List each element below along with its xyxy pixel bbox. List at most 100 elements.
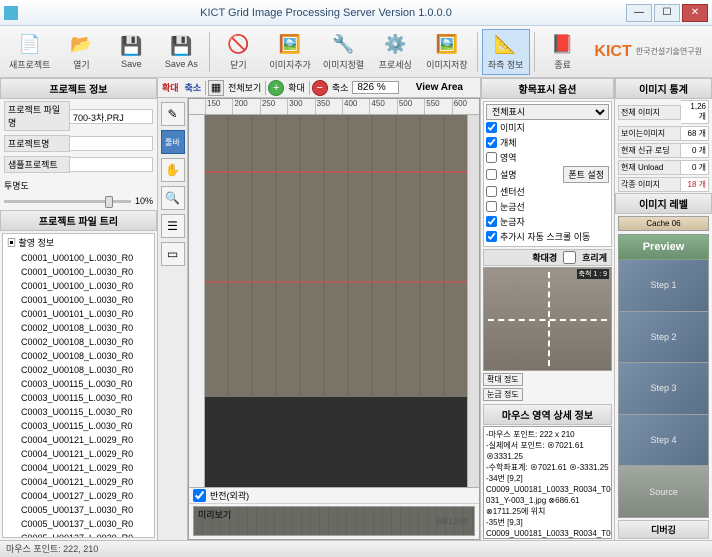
sample-label: 샘플프로젝트: [4, 156, 70, 173]
chk-autoscroll[interactable]: [486, 231, 497, 242]
brand-logo: KICT: [594, 43, 631, 61]
step-1[interactable]: Step 1: [618, 260, 709, 312]
chk-center[interactable]: [486, 186, 497, 197]
save-image-button[interactable]: 🖼️이미지저장: [421, 29, 472, 75]
statusbar: 마우스 포인트: 222, 210: [0, 540, 712, 557]
file-tree[interactable]: ▣ 촬영 정보 C0001_U00100_L.0030_R0C0001_U001…: [2, 233, 155, 538]
full-view-button[interactable]: ▦: [208, 80, 224, 96]
opacity-value: 10%: [135, 196, 153, 206]
opacity-slider[interactable]: [4, 200, 131, 203]
chk-image[interactable]: [486, 122, 497, 133]
toolbar-tool[interactable]: 툴바: [161, 130, 185, 154]
axis-icon: 📐: [494, 33, 518, 57]
image-area[interactable]: [205, 115, 467, 397]
axis-info-button[interactable]: 📐좌측 정보: [482, 29, 530, 75]
rect-tool[interactable]: ▭: [161, 242, 185, 266]
hand-tool[interactable]: ✋: [161, 158, 185, 182]
canvas[interactable]: [189, 115, 479, 487]
tree-file-item[interactable]: C0004_U00127_L.0029_R0: [3, 489, 154, 503]
chk-desc[interactable]: [486, 169, 497, 180]
step-4[interactable]: Step 4: [618, 415, 709, 467]
tree-file-item[interactable]: C0005_U00137_L.0030_R0: [3, 517, 154, 531]
tree-file-item[interactable]: C0003_U00115_L.0030_R0: [3, 391, 154, 405]
chk-object[interactable]: [486, 137, 497, 148]
zoom-in-button[interactable]: +: [268, 80, 284, 96]
main-toolbar: 📄새프로젝트 📂열기 💾Save 💾Save As 🚫닫기 🖼️이미지추가 🔧이…: [0, 26, 712, 78]
tree-file-item[interactable]: C0004_U00121_L.0029_R0: [3, 433, 154, 447]
mouse-position: 마우스 포인트: 222, 210: [6, 544, 98, 554]
processing-icon: ⚙️: [383, 33, 407, 57]
preview-strip[interactable]: 미리보기 68/1,268: [193, 506, 475, 536]
tree-file-item[interactable]: C0001_U00100_L.0030_R0: [3, 265, 154, 279]
step-source[interactable]: Source: [618, 466, 709, 518]
tree-file-item[interactable]: C0003_U00115_L.0030_R0: [3, 405, 154, 419]
tree-root[interactable]: ▣ 촬영 정보: [3, 234, 154, 251]
pen-tool[interactable]: ✎: [161, 102, 185, 126]
tree-file-item[interactable]: C0002_U00108_L.0030_R0: [3, 349, 154, 363]
new-project-button[interactable]: 📄새프로젝트: [4, 29, 55, 75]
tree-file-item[interactable]: C0002_U00108_L.0030_R0: [3, 335, 154, 349]
preview-count: 68/1,268: [437, 517, 468, 526]
detail-text: -마우스 포인트: 222 x 210 -실제에서 포인트: ⊗7021.61 …: [483, 426, 612, 539]
open-button[interactable]: 📂열기: [57, 29, 105, 75]
cache-button[interactable]: Cache 06: [618, 216, 709, 231]
tree-file-item[interactable]: C0005_U00137_L.0030_R0: [3, 503, 154, 517]
name-value[interactable]: [70, 136, 153, 151]
ruler-tool[interactable]: ☰: [161, 214, 185, 238]
exit-button[interactable]: 📕종료: [539, 29, 587, 75]
display-select[interactable]: 전체표시: [486, 104, 609, 120]
saveas-button[interactable]: 💾Save As: [157, 29, 205, 75]
tree-file-item[interactable]: C0005_U00137_L.0030_R0: [3, 531, 154, 538]
align-image-button[interactable]: 🔧이미지정렬: [318, 29, 369, 75]
project-info-header: 프로젝트 정보: [0, 78, 157, 99]
chk-region[interactable]: [486, 152, 497, 163]
tree-file-item[interactable]: C0001_U00100_L.0030_R0: [3, 279, 154, 293]
zoom-accuracy-button[interactable]: 확대 정도: [483, 373, 523, 386]
magnifier-view: 축척 1 : 9: [483, 267, 612, 371]
save-button[interactable]: 💾Save: [107, 29, 155, 75]
chk-grid[interactable]: [486, 201, 497, 212]
zoom-percent[interactable]: 826 %: [352, 81, 398, 94]
tree-file-item[interactable]: C0004_U00121_L.0029_R0: [3, 475, 154, 489]
titlebar: KICT Grid Image Processing Server Versio…: [0, 0, 712, 26]
brand-subtitle: 한국건설기술연구원: [636, 46, 702, 57]
zoom-out-button[interactable]: −: [312, 80, 328, 96]
add-image-button[interactable]: 🖼️이미지추가: [264, 29, 315, 75]
display-options-header: 항목표시 옵션: [481, 78, 614, 99]
debug-button[interactable]: 디버깅: [618, 520, 709, 539]
tool-column: ✎ 툴바 ✋ 🔍 ☰ ▭: [158, 98, 188, 540]
close-project-button[interactable]: 🚫닫기: [214, 29, 262, 75]
step-3[interactable]: Step 3: [618, 363, 709, 415]
tree-file-item[interactable]: C0001_U00100_L.0030_R0: [3, 293, 154, 307]
blur-checkbox[interactable]: [563, 251, 576, 264]
close-button[interactable]: ✕: [682, 4, 708, 22]
vertical-scrollbar[interactable]: [467, 115, 479, 487]
folder-icon: 📂: [69, 33, 93, 57]
tree-file-item[interactable]: C0001_U00101_L.0030_R0: [3, 307, 154, 321]
zoom-tool[interactable]: 🔍: [161, 186, 185, 210]
invert-checkbox[interactable]: [193, 489, 206, 502]
far-right-panel: 이미지 통계 전체 이미지1,26 개 보이는이미지68 개 현재 신규 로딩0…: [614, 78, 712, 540]
tree-file-item[interactable]: C0002_U00108_L.0030_R0: [3, 321, 154, 335]
tree-file-item[interactable]: C0004_U00121_L.0029_R0: [3, 447, 154, 461]
processing-button[interactable]: ⚙️프로세싱: [371, 29, 419, 75]
right-panel: 항목표시 옵션 전체표시 이미지 개체 영역 설명폰트 설정 센터선 눈금선 눈…: [480, 78, 614, 540]
minimize-button[interactable]: —: [626, 4, 652, 22]
zoom-out-label: 축소: [183, 81, 204, 94]
font-button[interactable]: 폰트 설정: [563, 166, 609, 183]
tree-file-item[interactable]: C0004_U00121_L.0029_R0: [3, 461, 154, 475]
tree-file-item[interactable]: C0001_U00100_L.0030_R0: [3, 251, 154, 265]
grid-accuracy-button[interactable]: 눈금 정도: [483, 388, 523, 401]
tree-file-item[interactable]: C0003_U00115_L.0030_R0: [3, 419, 154, 433]
brand: KICT 한국건설기술연구원: [594, 43, 708, 61]
maximize-button[interactable]: ☐: [654, 4, 680, 22]
save-icon: 💾: [119, 34, 143, 58]
tree-header: 프로젝트 파일 트리: [0, 210, 157, 231]
magnifier-scale: 축척 1 : 9: [577, 269, 609, 279]
tree-file-item[interactable]: C0003_U00115_L.0030_R0: [3, 377, 154, 391]
sample-value[interactable]: [70, 157, 153, 172]
chk-label[interactable]: [486, 216, 497, 227]
align-icon: 🔧: [332, 33, 356, 57]
tree-file-item[interactable]: C0002_U00108_L.0030_R0: [3, 363, 154, 377]
step-2[interactable]: Step 2: [618, 312, 709, 364]
